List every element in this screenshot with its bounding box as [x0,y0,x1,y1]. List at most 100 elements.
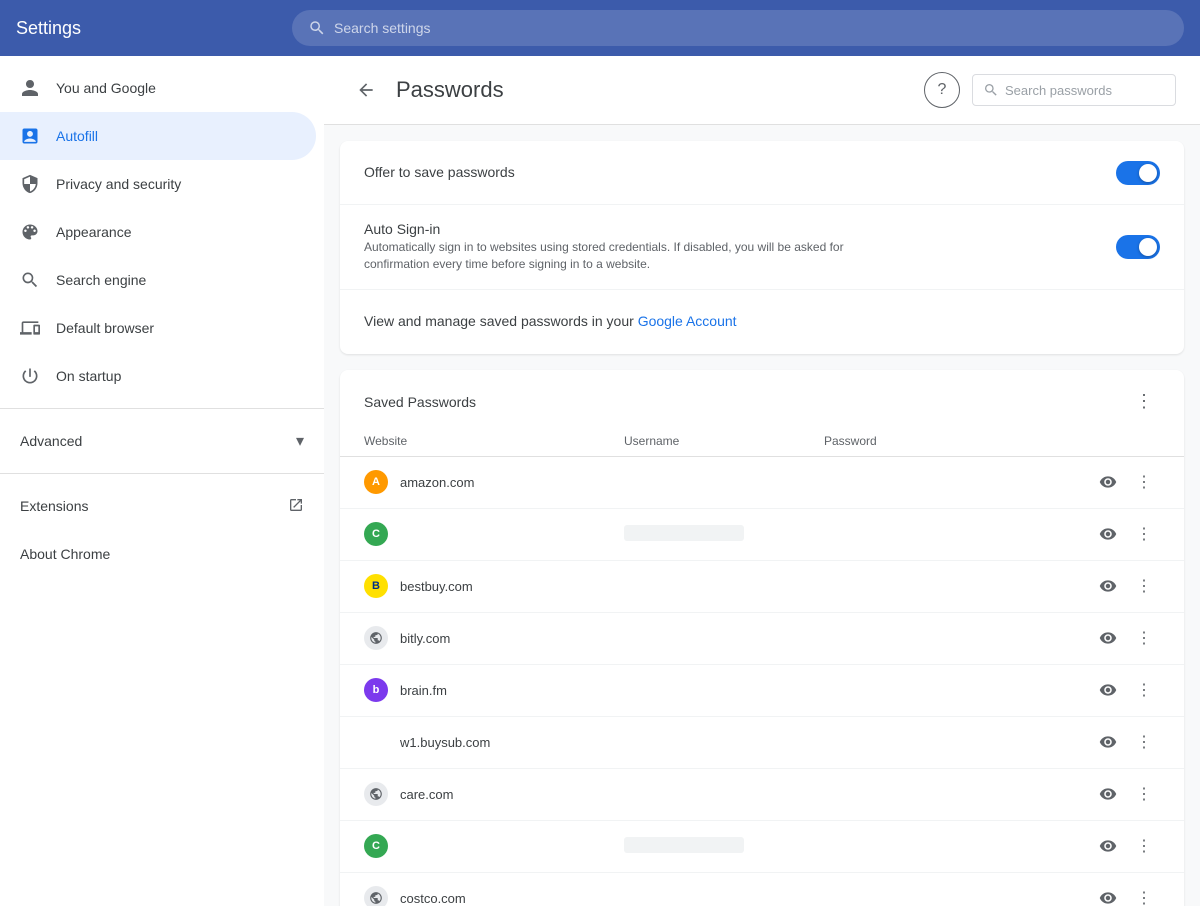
sidebar-item-privacy-and-security[interactable]: Privacy and security [0,160,316,208]
sidebar-item-default-browser[interactable]: Default browser [0,304,316,352]
show-password-button[interactable] [1092,466,1124,498]
site-name: w1.buysub.com [400,735,490,750]
main-layout: You and Google Autofill Privacy and secu… [0,56,1200,906]
sidebar-divider-2 [0,473,324,474]
passwords-search-input[interactable] [1005,83,1165,98]
table-row: costco.com ⋮ [340,873,1184,906]
more-options-button[interactable]: ⋮ [1128,518,1160,550]
table-row: bitly.com ⋮ [340,613,1184,665]
col-username: Username [624,434,824,448]
globe-icon [364,782,388,806]
row-actions: ⋮ [1080,778,1160,810]
site-name: care.com [400,787,453,802]
site-icon: C [364,834,388,858]
website-cell: b brain.fm [364,678,624,702]
passwords-search-bar[interactable] [972,74,1176,106]
saved-passwords-header: Saved Passwords ⋮ [340,370,1184,426]
username-blur [624,525,744,541]
website-cell: w1.buysub.com [364,730,624,754]
sidebar-label-default-browser: Default browser [56,320,154,336]
auto-signin-title: Auto Sign-in [364,221,1116,237]
more-options-button[interactable]: ⋮ [1128,570,1160,602]
sidebar-divider [0,408,324,409]
username-cell [624,525,824,544]
website-cell: bitly.com [364,626,624,650]
sidebar-item-appearance[interactable]: Appearance [0,208,316,256]
row-actions: ⋮ [1080,674,1160,706]
site-name: bitly.com [400,631,450,646]
sidebar: You and Google Autofill Privacy and secu… [0,56,324,906]
more-options-button[interactable]: ⋮ [1128,778,1160,810]
show-password-button[interactable] [1092,674,1124,706]
saved-passwords-more-button[interactable]: ⋮ [1128,386,1160,418]
appearance-icon [20,222,40,242]
more-options-button[interactable]: ⋮ [1128,882,1160,906]
saved-passwords-section: Saved Passwords ⋮ Website Username Passw… [340,370,1184,906]
site-icon: B [364,574,388,598]
show-password-button[interactable] [1092,622,1124,654]
offer-save-toggle[interactable] [1116,161,1160,185]
site-icon: b [364,678,388,702]
sidebar-item-extensions[interactable]: Extensions [0,482,324,530]
table-row: care.com ⋮ [340,769,1184,821]
main-content: Passwords ? Offer to save passwords Auto… [324,56,1200,906]
globe-icon [364,886,388,906]
website-cell: C [364,522,624,546]
settings-search-bar[interactable] [292,10,1184,46]
saved-passwords-title: Saved Passwords [364,394,1128,410]
sidebar-item-advanced[interactable]: Advanced ▾ [0,417,324,465]
autofill-icon [20,126,40,146]
sidebar-item-search-engine[interactable]: Search engine [0,256,316,304]
settings-search-input[interactable] [334,20,1168,36]
more-options-button[interactable]: ⋮ [1128,466,1160,498]
website-cell: A amazon.com [364,470,624,494]
row-actions: ⋮ [1080,726,1160,758]
sidebar-label-you-and-google: You and Google [56,80,156,96]
sidebar-item-on-startup[interactable]: On startup [0,352,316,400]
app-header: Settings [0,0,1200,56]
show-password-button[interactable] [1092,830,1124,862]
auto-signin-desc: Automatically sign in to websites using … [364,239,904,273]
table-header: Website Username Password [340,426,1184,457]
site-icon: A [364,470,388,494]
show-password-button[interactable] [1092,570,1124,602]
show-password-button[interactable] [1092,778,1124,810]
auto-signin-toggle[interactable] [1116,235,1160,259]
more-options-button[interactable]: ⋮ [1128,674,1160,706]
site-icon: C [364,522,388,546]
table-row: B bestbuy.com ⋮ [340,561,1184,613]
row-actions: ⋮ [1080,518,1160,550]
sidebar-item-about-chrome[interactable]: About Chrome [0,530,324,578]
default-browser-icon [20,318,40,338]
passwords-title: Passwords [396,77,912,103]
sidebar-label-about-chrome: About Chrome [20,546,110,562]
back-button[interactable] [348,72,384,108]
table-row: C ⋮ [340,509,1184,561]
col-password: Password [824,434,1080,448]
sidebar-item-autofill[interactable]: Autofill [0,112,316,160]
sidebar-item-you-and-google[interactable]: You and Google [0,64,316,112]
table-row: b brain.fm ⋮ [340,665,1184,717]
more-options-button[interactable]: ⋮ [1128,830,1160,862]
show-password-button[interactable] [1092,726,1124,758]
row-actions: ⋮ [1080,882,1160,906]
show-password-button[interactable] [1092,882,1124,906]
col-actions [1080,434,1160,448]
more-options-button[interactable]: ⋮ [1128,622,1160,654]
app-title: Settings [16,18,276,39]
sidebar-label-search-engine: Search engine [56,272,146,288]
help-button[interactable]: ? [924,72,960,108]
sidebar-label-autofill: Autofill [56,128,98,144]
table-row: C ⋮ [340,821,1184,873]
site-name: costco.com [400,891,466,906]
row-actions: ⋮ [1080,830,1160,862]
auto-signin-row: Auto Sign-in Automatically sign in to we… [340,205,1184,290]
external-link-icon [288,497,304,516]
show-password-button[interactable] [1092,518,1124,550]
offer-save-text: Offer to save passwords [364,164,1116,182]
website-cell: costco.com [364,886,624,906]
power-icon [20,366,40,386]
more-options-button[interactable]: ⋮ [1128,726,1160,758]
google-account-link[interactable]: Google Account [638,313,737,329]
website-cell: C [364,834,624,858]
